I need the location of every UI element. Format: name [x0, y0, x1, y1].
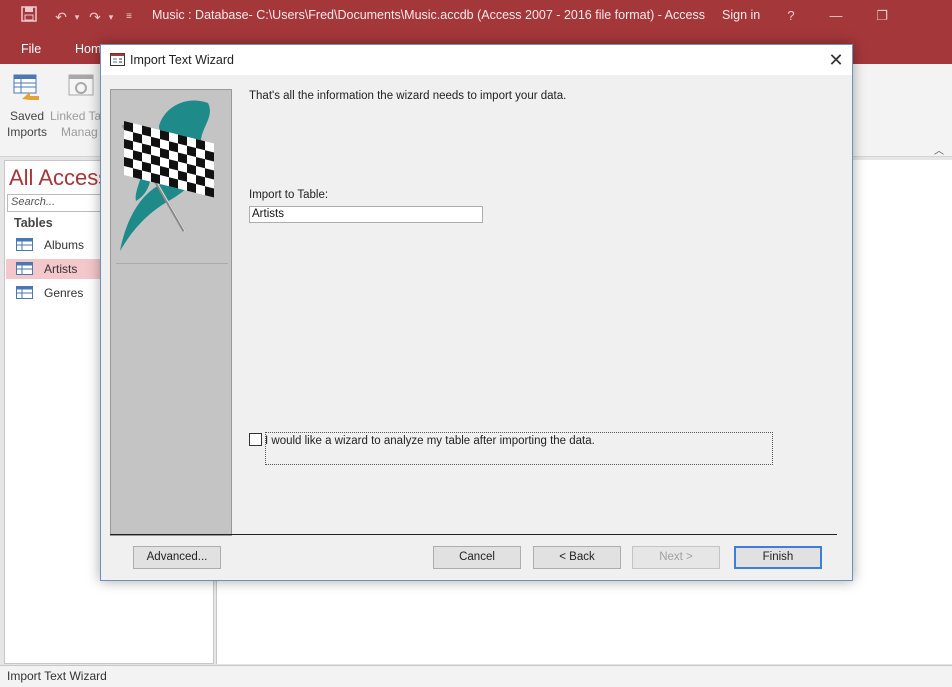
- minimize-icon[interactable]: —: [824, 6, 848, 26]
- nav-pane-title[interactable]: All Access: [9, 165, 109, 191]
- dialog-title: Import Text Wizard: [130, 53, 234, 67]
- sign-in-link[interactable]: Sign in: [722, 8, 760, 22]
- saved-imports-button[interactable]: Saved Imports: [4, 72, 50, 140]
- table-icon: [16, 286, 33, 299]
- nav-item-label: Artists: [44, 262, 78, 276]
- import-to-table-input[interactable]: Artists: [249, 206, 483, 223]
- linked-table-label-1: Linked Ta: [50, 109, 102, 123]
- button-separator: [110, 534, 837, 535]
- nav-item-albums[interactable]: Albums: [6, 235, 102, 255]
- cancel-button[interactable]: Cancel: [433, 546, 521, 569]
- wizard-message: That's all the information the wizard ne…: [249, 90, 567, 102]
- next-button[interactable]: Next >: [632, 546, 720, 569]
- back-button[interactable]: < Back: [533, 546, 621, 569]
- title-bar: ↶ ▾ ↷ ▾ ≡ Music : Database- C:\Users\Fre…: [0, 0, 952, 34]
- finish-button[interactable]: Finish: [734, 546, 822, 569]
- import-to-table-label: Import to Table:: [249, 189, 329, 201]
- save-icon[interactable]: [18, 6, 40, 28]
- restore-icon[interactable]: ❐: [870, 6, 894, 26]
- linked-table-manager-button[interactable]: Linked Ta Manag: [50, 72, 102, 140]
- window-title: Music : Database- C:\Users\Fred\Document…: [152, 8, 705, 22]
- linked-table-label-2: Manag: [61, 125, 98, 139]
- analyze-table-checkbox-label[interactable]: I would like a wizard to analyze my tabl…: [265, 432, 773, 465]
- advanced-button[interactable]: Advanced...: [133, 546, 221, 569]
- import-text-wizard-dialog: Import Text Wizard ✕ That's all the info…: [100, 44, 853, 581]
- status-text: Import Text Wizard: [7, 669, 107, 683]
- saved-imports-label-1: Saved: [9, 109, 45, 123]
- analyze-table-label-text: I would like a wizard to analyze my tabl…: [265, 435, 595, 447]
- close-icon[interactable]: ✕: [823, 48, 849, 72]
- wizard-window-icon: [110, 53, 125, 66]
- linked-table-icon: [68, 74, 94, 96]
- checkered-flag-image: [116, 95, 228, 264]
- nav-item-artists[interactable]: Artists: [6, 259, 102, 279]
- table-icon: [16, 262, 33, 275]
- table-icon: [16, 238, 33, 251]
- nav-item-genres[interactable]: Genres: [6, 283, 102, 303]
- saved-imports-icon: [13, 74, 39, 100]
- status-bar: Import Text Wizard: [0, 665, 952, 687]
- nav-group-tables[interactable]: Tables: [14, 216, 53, 230]
- help-icon[interactable]: ?: [779, 6, 803, 26]
- nav-item-label: Albums: [44, 238, 85, 252]
- wizard-side-panel: [110, 89, 232, 536]
- collapse-ribbon-icon[interactable]: ︿: [934, 142, 944, 157]
- analyze-table-checkbox[interactable]: [249, 433, 262, 446]
- customize-toolbar-icon[interactable]: ≡: [118, 6, 140, 28]
- nav-item-label: Genres: [44, 286, 84, 300]
- tab-file[interactable]: File: [21, 42, 41, 56]
- dialog-title-bar[interactable]: Import Text Wizard ✕: [101, 45, 852, 75]
- saved-imports-label-2: Imports: [6, 125, 47, 139]
